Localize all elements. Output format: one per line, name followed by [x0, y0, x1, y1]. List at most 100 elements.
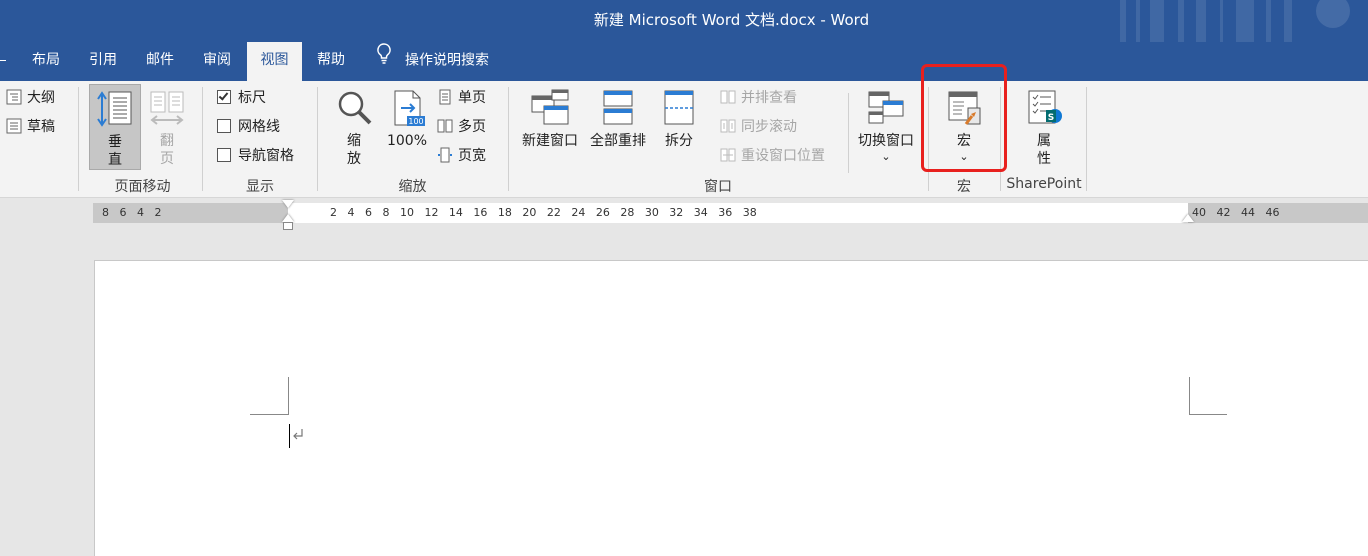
paragraph-mark-icon [291, 426, 305, 445]
reset-window-position-button[interactable]: 重设窗口位置 [720, 144, 825, 168]
zoom-group-label: 缩放 [398, 179, 427, 195]
zoom-100-icon: 100 [394, 90, 425, 126]
button-separator [848, 93, 849, 173]
crop-mark-right-vertical [1189, 377, 1190, 415]
properties-button[interactable]: S 属 性 [1020, 84, 1068, 170]
side-to-side-icon [150, 91, 184, 125]
split-label: 拆分 [665, 133, 693, 149]
page-width-icon [437, 147, 453, 163]
tell-me-search[interactable]: 操作说明搜索 [375, 42, 489, 81]
gridlines-checkbox[interactable]: 网格线 [217, 115, 280, 139]
tab-review[interactable]: 审阅 [193, 42, 241, 81]
new-window-button[interactable]: 新建窗口 [519, 84, 581, 170]
vertical-label: 垂 直 [108, 134, 122, 168]
synchronous-scrolling-button[interactable]: 同步滚动 [720, 115, 797, 139]
show-group-label: 显示 [246, 179, 274, 195]
ruler-label: 标尺 [238, 90, 266, 106]
ribbon: 大纲 草稿 垂 直 翻 页 页面移动 标尺 网格线 导航窗格 显示 缩 放 10… [0, 81, 1368, 198]
split-icon [664, 90, 694, 125]
tab-layout[interactable]: 布局 [22, 42, 70, 81]
tab-help[interactable]: 帮助 [307, 42, 355, 81]
new-window-icon [531, 89, 569, 125]
zoom-button[interactable]: 缩 放 [331, 84, 377, 170]
page-movement-group-label: 页面移动 [114, 179, 171, 195]
zoom-label: 缩 放 [347, 133, 361, 167]
arrange-all-button[interactable]: 全部重排 [587, 84, 649, 170]
zoom-100-button[interactable]: 100 100% [384, 84, 430, 170]
page-width-label: 页宽 [458, 148, 486, 164]
svg-text:S: S [1048, 113, 1054, 123]
sync-scroll-icon [720, 118, 736, 134]
ruler-left-numbers: 8 6 4 2 [102, 206, 162, 219]
draft-view-button[interactable]: 草稿 [6, 115, 55, 139]
group-separator [928, 87, 929, 191]
lightbulb-icon [375, 42, 393, 79]
group-separator [508, 87, 509, 191]
navigation-pane-checkbox-box [217, 148, 231, 162]
side-by-side-icon [720, 89, 736, 105]
synchronous-scrolling-label: 同步滚动 [741, 119, 797, 135]
vertical-pages-icon [97, 91, 132, 127]
outline-icon [6, 89, 22, 105]
vertical-button[interactable]: 垂 直 [89, 84, 141, 170]
first-line-indent-marker[interactable] [282, 200, 294, 208]
outline-label: 大纲 [27, 90, 55, 106]
draft-label: 草稿 [27, 119, 55, 135]
properties-icon: S [1028, 90, 1062, 124]
document-page[interactable] [94, 260, 1368, 556]
tab-view[interactable]: 视图 [247, 42, 302, 81]
navigation-pane-checkbox[interactable]: 导航窗格 [217, 144, 294, 168]
macros-button[interactable]: 宏 ⌄ [938, 84, 990, 170]
macros-label: 宏 [957, 133, 971, 149]
arrange-all-label: 全部重排 [590, 133, 646, 149]
draft-icon [6, 118, 22, 134]
sharepoint-group-label: SharePoint [1006, 176, 1082, 192]
page-width-button[interactable]: 页宽 [437, 144, 486, 168]
ruler-checkbox[interactable]: 标尺 [217, 86, 266, 110]
crop-mark-right-horizontal [1189, 414, 1227, 415]
word-window: { "window": { "title": "新建 Microsoft Wor… [0, 0, 1368, 556]
hanging-indent-marker[interactable] [282, 214, 294, 222]
multiple-pages-label: 多页 [458, 119, 486, 135]
crop-mark-left-vertical [288, 377, 289, 415]
text-cursor [289, 424, 290, 448]
right-indent-marker[interactable] [1182, 214, 1194, 222]
new-window-label: 新建窗口 [522, 133, 578, 149]
tab-overflow-edge [0, 60, 6, 61]
one-page-button[interactable]: 单页 [437, 86, 486, 110]
zoom-100-label: 100% [386, 133, 428, 149]
reset-window-position-label: 重设窗口位置 [741, 148, 825, 164]
side-to-side-label: 翻 页 [160, 133, 174, 167]
switch-windows-label: 切换窗口 [858, 133, 914, 149]
view-side-by-side-button[interactable]: 并排查看 [720, 86, 797, 110]
left-indent-marker[interactable] [283, 222, 293, 230]
ruler-margin-numbers: 40 42 44 46 [1192, 206, 1280, 219]
group-separator [78, 87, 79, 191]
ribbon-tab-bar: 布局 引用 邮件 审阅 视图 帮助 操作说明搜索 [0, 42, 1368, 81]
multiple-pages-button[interactable]: 多页 [437, 115, 486, 139]
one-page-label: 单页 [458, 90, 486, 106]
window-title: 新建 Microsoft Word 文档.docx - Word [593, 11, 870, 29]
tell-me-label: 操作说明搜索 [405, 52, 489, 69]
crop-mark-left-horizontal [250, 414, 288, 415]
gridlines-checkbox-box [217, 119, 231, 133]
one-page-icon [437, 89, 453, 105]
title-bar: 新建 Microsoft Word 文档.docx - Word [0, 0, 1368, 42]
properties-label: 属 性 [1037, 133, 1051, 167]
tab-references[interactable]: 引用 [79, 42, 127, 81]
tab-mailings[interactable]: 邮件 [136, 42, 184, 81]
outline-view-button[interactable]: 大纲 [6, 86, 55, 110]
checkmark-icon [218, 90, 229, 101]
navigation-pane-label: 导航窗格 [238, 148, 294, 164]
window-group-label: 窗口 [704, 179, 732, 195]
split-button[interactable]: 拆分 [657, 84, 701, 170]
group-separator [1086, 87, 1087, 191]
group-separator [202, 87, 203, 191]
macros-icon [948, 91, 981, 125]
side-to-side-button[interactable]: 翻 页 [144, 84, 190, 170]
arrange-all-icon [603, 90, 633, 125]
group-separator [1000, 87, 1001, 191]
gridlines-label: 网格线 [238, 119, 280, 135]
magnifier-icon [338, 91, 372, 125]
switch-windows-button[interactable]: 切换窗口 ⌄ [854, 84, 918, 170]
